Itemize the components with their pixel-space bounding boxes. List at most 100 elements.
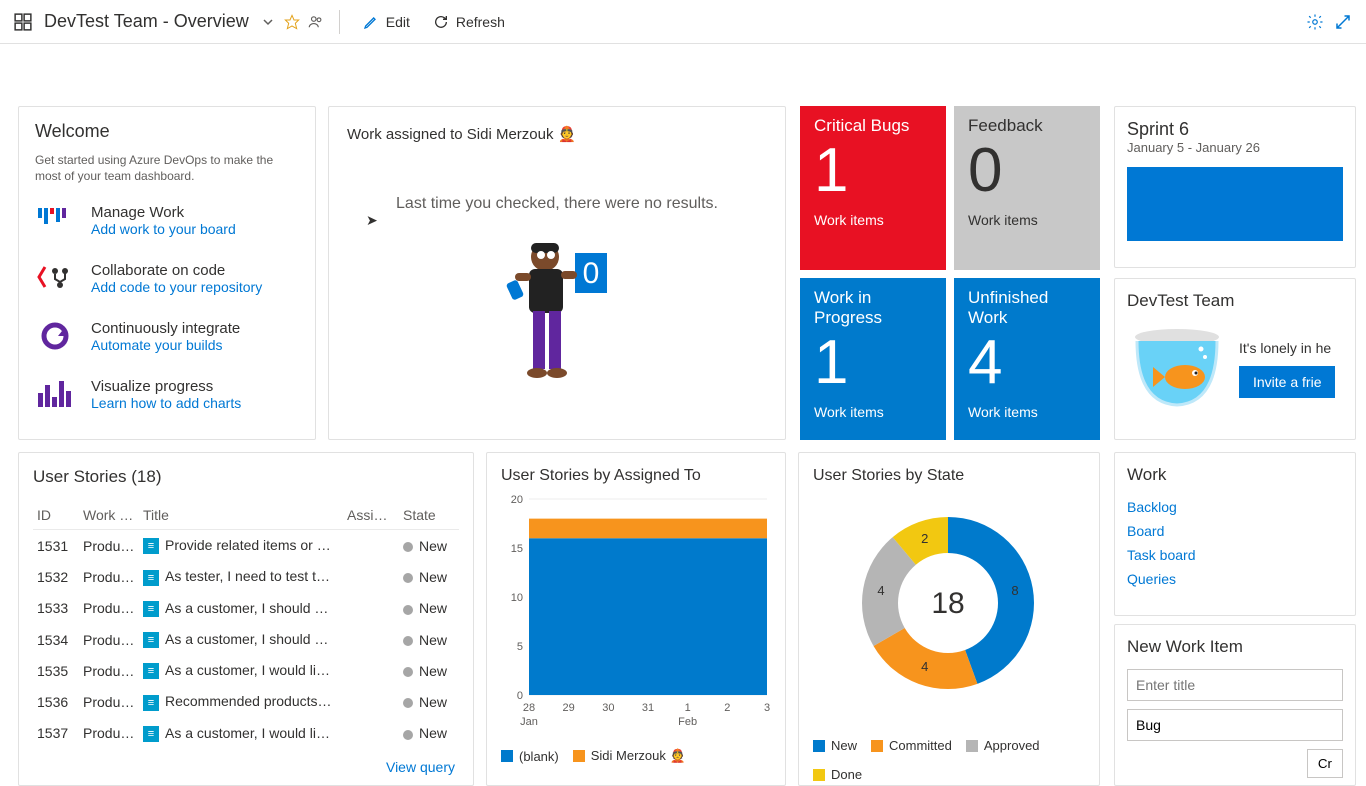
legend-item: (blank) xyxy=(501,748,559,764)
dashboard-icon xyxy=(14,13,32,31)
legend-item: Done xyxy=(813,767,862,782)
edit-button[interactable]: Edit xyxy=(354,9,418,35)
svg-text:28: 28 xyxy=(523,702,535,714)
cycle-icon xyxy=(35,316,75,356)
svg-text:0: 0 xyxy=(583,257,600,290)
svg-text:8: 8 xyxy=(1011,583,1018,598)
team-title: DevTest Team xyxy=(1127,291,1343,311)
col-assigned[interactable]: Assig… xyxy=(343,501,399,530)
settings-icon[interactable] xyxy=(1306,13,1324,31)
workitem-icon: ≡ xyxy=(143,601,159,617)
chart-legend: (blank)Sidi Merzouk 👲 xyxy=(501,748,771,764)
table-row[interactable]: 1531Produ…≡Provide related items or …New xyxy=(33,530,459,562)
tile-sub: Work items xyxy=(968,212,1086,228)
svg-text:4: 4 xyxy=(877,583,884,598)
col-id[interactable]: ID xyxy=(33,501,79,530)
person-illustration: 0 xyxy=(347,233,767,393)
table-row[interactable]: 1536Produ…≡Recommended products…New xyxy=(33,686,459,717)
svg-text:1: 1 xyxy=(685,702,691,714)
col-state[interactable]: State xyxy=(399,501,459,530)
state-dot-icon xyxy=(403,542,413,552)
welcome-item-link[interactable]: Automate your builds xyxy=(91,337,240,353)
table-row[interactable]: 1537Produ…≡As a customer, I would li…New xyxy=(33,718,459,749)
fullscreen-icon[interactable] xyxy=(1334,13,1352,31)
tile-value: 1 xyxy=(814,140,932,202)
title-input[interactable] xyxy=(1127,669,1343,701)
welcome-item-link[interactable]: Learn how to add charts xyxy=(91,395,241,411)
tile-sub: Work items xyxy=(968,404,1086,420)
new-work-item-widget: New Work Item Cr xyxy=(1114,624,1356,786)
svg-text:18: 18 xyxy=(931,587,964,620)
separator xyxy=(339,10,340,34)
tile-unfinished-work[interactable]: Unfinished Work 4 Work items xyxy=(954,278,1100,440)
col-title[interactable]: Title xyxy=(139,501,343,530)
table-row[interactable]: 1533Produ…≡As a customer, I should …New xyxy=(33,593,459,624)
work-link[interactable]: Backlog xyxy=(1127,495,1343,519)
donut-chart: 844218 xyxy=(813,493,1083,723)
tile-title: Unfinished Work xyxy=(968,288,1086,328)
svg-text:15: 15 xyxy=(511,543,523,555)
table-row[interactable]: 1532Produ…≡As tester, I need to test t…N… xyxy=(33,561,459,592)
workitem-icon: ≡ xyxy=(143,538,159,554)
state-dot-icon xyxy=(403,573,413,583)
stories-title: User Stories (18) xyxy=(33,467,459,487)
refresh-label: Refresh xyxy=(456,14,505,30)
workitem-icon: ≡ xyxy=(143,726,159,742)
table-row[interactable]: 1535Produ…≡As a customer, I would li…New xyxy=(33,655,459,686)
svg-text:20: 20 xyxy=(511,494,523,506)
work-links-widget: Work BacklogBoardTask boardQueries xyxy=(1114,452,1356,616)
chart-title: User Stories by Assigned To xyxy=(501,467,771,485)
work-link[interactable]: Queries xyxy=(1127,567,1343,591)
workitem-icon: ≡ xyxy=(143,632,159,648)
welcome-item-link[interactable]: Add work to your board xyxy=(91,221,236,237)
board-icon xyxy=(35,200,75,240)
tile-critical-bugs[interactable]: Critical Bugs 1 Work items xyxy=(800,106,946,270)
refresh-button[interactable]: Refresh xyxy=(424,9,513,35)
svg-text:0: 0 xyxy=(517,690,523,702)
dashboard-title[interactable]: DevTest Team - Overview xyxy=(44,11,249,32)
assigned-title: Work assigned to Sidi Merzouk 👲 xyxy=(347,125,767,143)
table-row[interactable]: 1534Produ…≡As a customer, I should …New xyxy=(33,624,459,655)
stories-table: ID Work … Title Assig… State 1531Produ…≡… xyxy=(33,501,459,749)
dashboard-grid: Welcome Get started using Azure DevOps t… xyxy=(0,44,1366,768)
refresh-icon xyxy=(432,13,450,31)
sprint-dates: January 5 - January 26 xyxy=(1127,140,1343,155)
welcome-item-link[interactable]: Add code to your repository xyxy=(91,279,262,295)
team-lonely-text: It's lonely in he xyxy=(1239,340,1335,356)
tile-title: Feedback xyxy=(968,116,1086,136)
tile-value: 4 xyxy=(968,332,1086,394)
create-button[interactable]: Cr xyxy=(1307,749,1343,778)
view-query-link[interactable]: View query xyxy=(33,759,459,775)
state-dot-icon xyxy=(403,636,413,646)
svg-text:10: 10 xyxy=(511,592,523,604)
team-icon[interactable] xyxy=(307,13,325,31)
welcome-item: Collaborate on codeAdd code to your repo… xyxy=(35,258,299,298)
chevron-down-icon[interactable] xyxy=(259,13,277,31)
work-link[interactable]: Task board xyxy=(1127,543,1343,567)
invite-button[interactable]: Invite a frie xyxy=(1239,366,1335,398)
new-title: New Work Item xyxy=(1127,637,1343,657)
state-dot-icon xyxy=(403,730,413,740)
sprint-bar xyxy=(1127,167,1343,241)
star-icon[interactable] xyxy=(283,13,301,31)
work-link[interactable]: Board xyxy=(1127,519,1343,543)
svg-text:5: 5 xyxy=(517,641,523,653)
work-title: Work xyxy=(1127,465,1343,485)
chart-by-state: User Stories by State 844218 NewCommitte… xyxy=(798,452,1100,786)
tile-feedback[interactable]: Feedback 0 Work items xyxy=(954,106,1100,270)
type-input[interactable] xyxy=(1127,709,1343,741)
svg-text:3: 3 xyxy=(764,702,770,714)
sprint-widget[interactable]: Sprint 6 January 5 - January 26 xyxy=(1114,106,1356,268)
code-icon xyxy=(35,258,75,298)
chart-icon xyxy=(35,374,75,414)
tile-value: 1 xyxy=(814,332,932,394)
assigned-widget: Work assigned to Sidi Merzouk 👲 Last tim… xyxy=(328,106,786,440)
col-worktype[interactable]: Work … xyxy=(79,501,139,530)
welcome-item-title: Visualize progress xyxy=(91,378,241,395)
workitem-icon: ≡ xyxy=(143,570,159,586)
area-chart: 0510152028293031123JanFeb xyxy=(501,493,773,733)
welcome-title: Welcome xyxy=(35,121,299,142)
legend-item: New xyxy=(813,738,857,753)
assigned-msg: Last time you checked, there were no res… xyxy=(347,195,767,213)
tile-work-in-progress[interactable]: Work in Progress 1 Work items xyxy=(800,278,946,440)
